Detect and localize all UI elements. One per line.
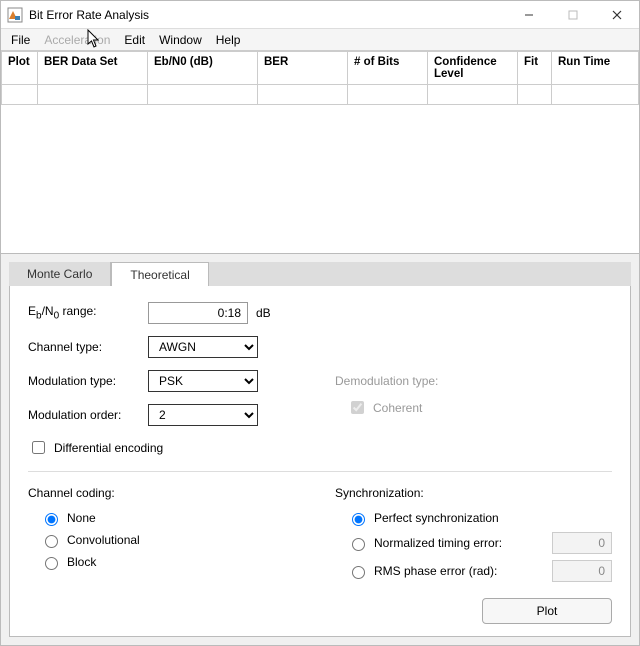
window-title: Bit Error Rate Analysis (29, 8, 149, 22)
row-cc-block: Block (40, 554, 305, 570)
col-ebn0[interactable]: Eb/N0 (dB) (148, 52, 258, 85)
diff-encoding-checkbox[interactable] (32, 441, 45, 454)
menu-window[interactable]: Window (153, 31, 208, 49)
sync-perfect-radio[interactable] (352, 513, 365, 526)
channel-type-label: Channel type: (28, 340, 148, 354)
sync-rms-label: RMS phase error (rad): (374, 564, 497, 578)
app-icon (7, 7, 23, 23)
sync-perfect-label: Perfect synchronization (374, 511, 499, 525)
row-cc-none: None (40, 510, 305, 526)
row-ebn0: Eb/N0 range: dB (28, 302, 612, 324)
channel-type-select[interactable]: AWGN (148, 336, 258, 358)
col-conf[interactable]: Confidence Level (428, 52, 518, 85)
maximize-button[interactable] (551, 1, 595, 29)
row-coherent: Coherent (347, 398, 612, 417)
plot-button[interactable]: Plot (482, 598, 612, 624)
col-runtime[interactable]: Run Time (552, 52, 639, 85)
titlebar: Bit Error Rate Analysis (1, 1, 639, 29)
row-sync-perfect: Perfect synchronization (347, 510, 612, 526)
row-channel-type: Channel type: AWGN (28, 336, 612, 358)
close-button[interactable] (595, 1, 639, 29)
row-mod-type: Modulation type: PSK (28, 370, 305, 392)
ebn0-unit: dB (256, 306, 271, 320)
menu-help[interactable]: Help (210, 31, 247, 49)
minimize-button[interactable] (507, 1, 551, 29)
sync-label: Synchronization: (335, 486, 612, 500)
mod-type-select[interactable]: PSK (148, 370, 258, 392)
demod-type-label: Demodulation type: (335, 374, 612, 388)
row-mod-order: Modulation order: 2 (28, 404, 305, 426)
menu-edit[interactable]: Edit (118, 31, 151, 49)
app-window: Bit Error Rate Analysis File Acceleratio… (0, 0, 640, 646)
channel-coding-label: Channel coding: (28, 486, 305, 500)
col-dataset[interactable]: BER Data Set (38, 52, 148, 85)
results-table: Plot BER Data Set Eb/N0 (dB) BER # of Bi… (1, 51, 639, 105)
row-sync-rms: RMS phase error (rad): (347, 560, 612, 582)
col-plot[interactable]: Plot (2, 52, 38, 85)
cc-none-radio[interactable] (45, 513, 58, 526)
cc-block-label: Block (67, 555, 96, 569)
cc-block-radio[interactable] (45, 557, 58, 570)
config-panel: Monte Carlo Theoretical Eb/N0 range: dB … (1, 254, 639, 645)
table-row[interactable] (2, 85, 639, 105)
coherent-label: Coherent (373, 401, 422, 415)
diff-encoding-label: Differential encoding (54, 441, 163, 455)
coherent-checkbox (351, 401, 364, 414)
mod-type-label: Modulation type: (28, 374, 148, 388)
cc-conv-radio[interactable] (45, 535, 58, 548)
menubar: File Acceleration Edit Window Help (1, 29, 639, 51)
footer: Plot (28, 588, 612, 624)
col-ber[interactable]: BER (258, 52, 348, 85)
row-diff-encoding: Differential encoding (28, 438, 305, 457)
tab-monte-carlo[interactable]: Monte Carlo (9, 262, 111, 286)
row-sync-norm: Normalized timing error: (347, 532, 612, 554)
sync-norm-label: Normalized timing error: (374, 536, 502, 550)
table-header-row: Plot BER Data Set Eb/N0 (dB) BER # of Bi… (2, 52, 639, 85)
sync-norm-radio[interactable] (352, 538, 365, 551)
results-table-wrap: Plot BER Data Set Eb/N0 (dB) BER # of Bi… (1, 51, 639, 254)
tab-theoretical[interactable]: Theoretical (111, 262, 208, 286)
mod-order-select[interactable]: 2 (148, 404, 258, 426)
col-bits[interactable]: # of Bits (348, 52, 428, 85)
col-fit[interactable]: Fit (518, 52, 552, 85)
tab-bar: Monte Carlo Theoretical (9, 262, 631, 286)
cc-none-label: None (67, 511, 96, 525)
row-cc-conv: Convolutional (40, 532, 305, 548)
tab-content-theoretical: Eb/N0 range: dB Channel type: AWGN Modul… (9, 286, 631, 637)
sync-rms-input (552, 560, 612, 582)
cc-conv-label: Convolutional (67, 533, 140, 547)
sync-norm-input (552, 532, 612, 554)
mod-order-label: Modulation order: (28, 408, 148, 422)
ebn0-range-input[interactable] (148, 302, 248, 324)
menu-file[interactable]: File (5, 31, 36, 49)
sync-rms-radio[interactable] (352, 566, 365, 579)
menu-acceleration: Acceleration (38, 31, 116, 49)
ebn0-label: Eb/N0 range: (28, 304, 148, 321)
separator (28, 471, 612, 472)
